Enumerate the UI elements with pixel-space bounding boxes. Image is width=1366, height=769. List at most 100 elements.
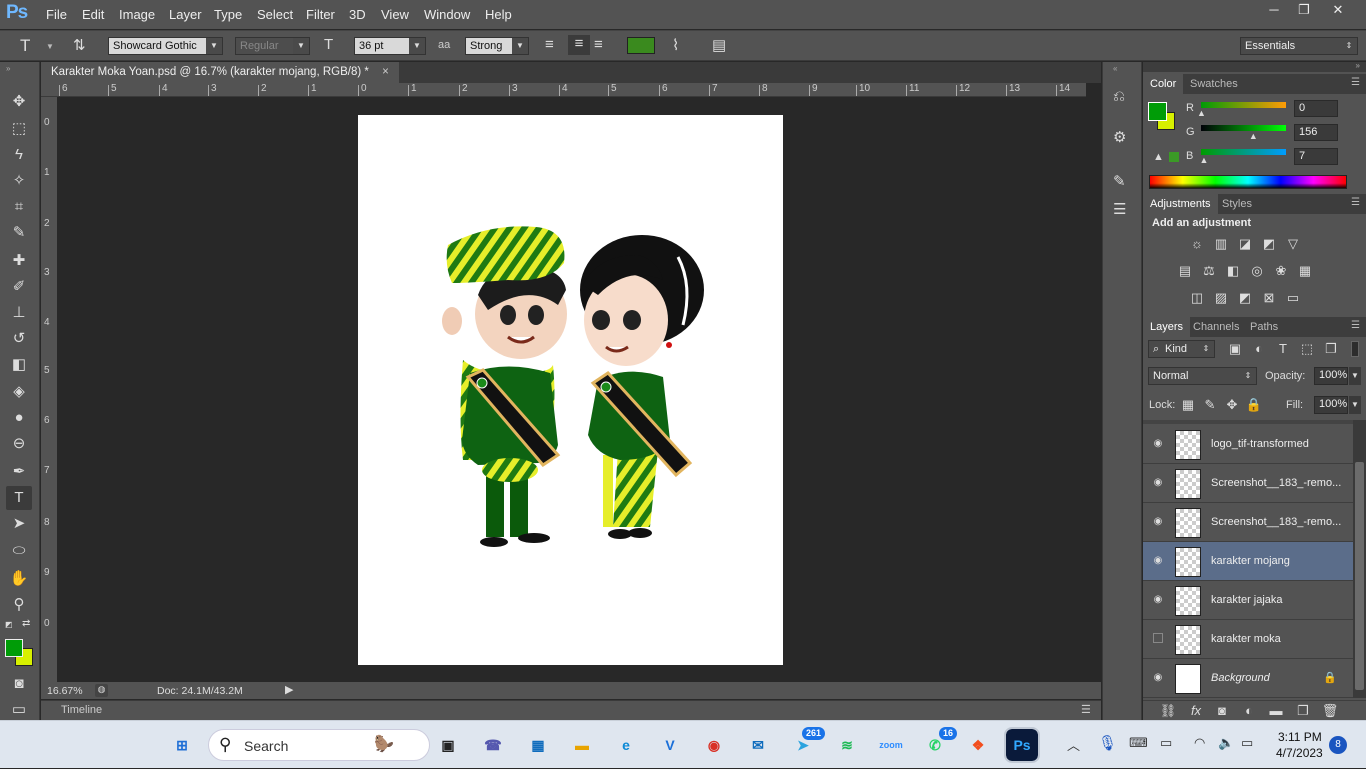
new-layer-icon[interactable]: ❐ [1294, 704, 1312, 718]
threshold-icon[interactable]: ◩ [1236, 291, 1254, 305]
filter-adjustment-icon[interactable]: ◐ [1250, 342, 1268, 356]
visibility-eye-icon[interactable]: ◉ [1151, 477, 1165, 489]
layer-row[interactable]: ◉ Background 🔒 [1143, 659, 1353, 698]
panel-menu-icon[interactable]: ☰ [1351, 320, 1360, 331]
link-icon[interactable]: ⛓ [1159, 704, 1177, 718]
black-white-icon[interactable]: ◧ [1224, 264, 1242, 278]
volume-icon[interactable]: 🔈 [1218, 735, 1234, 751]
visibility-eye-icon[interactable]: ◉ [1151, 555, 1165, 567]
quick-mask-icon[interactable]: ◙ [6, 672, 32, 696]
menu-view[interactable]: View [381, 7, 409, 22]
foreground-color-swatch[interactable] [5, 639, 23, 657]
layer-row[interactable]: ◉ karakter mojang [1143, 542, 1353, 581]
keyboard-icon[interactable]: ⌨ [1129, 735, 1148, 751]
filter-smart-object-icon[interactable]: ❐ [1322, 342, 1340, 356]
clock-date[interactable]: 4/7/2023 [1276, 746, 1323, 760]
layer-row[interactable]: ◉ Screenshot__183_-remo... [1143, 464, 1353, 503]
path-selection-tool-icon[interactable]: ➤ [6, 512, 32, 536]
lock-all-icon[interactable]: 🔒 [1245, 398, 1263, 412]
crop-tool-icon[interactable]: ⌗ [6, 195, 32, 219]
font-style-select[interactable]: Regular ▼ [235, 37, 310, 55]
brush-panel-icon[interactable]: ✎ [1113, 172, 1126, 190]
panel-menu-icon[interactable]: ☰ [1351, 77, 1360, 88]
screen-mode-icon[interactable]: ▭ [6, 698, 32, 722]
mail-app-icon[interactable]: ✉ [742, 729, 774, 761]
layer-thumbnail[interactable] [1175, 664, 1201, 694]
default-colors-icon[interactable]: ◩ [5, 620, 13, 629]
antialias-select[interactable]: Strong ▼ [465, 37, 529, 55]
selective-color-icon[interactable]: ⊠ [1260, 291, 1278, 305]
posterize-icon[interactable]: ▨ [1212, 291, 1230, 305]
dodge-tool-icon[interactable]: ⊖ [6, 432, 32, 456]
layer-name[interactable]: Screenshot__183_-remo... [1211, 477, 1341, 489]
layer-name[interactable]: karakter mojang [1211, 555, 1290, 567]
spotify-app-icon[interactable]: ≋ [831, 729, 863, 761]
align-left-icon[interactable]: ≡ [545, 36, 554, 53]
wifi-icon[interactable]: ◠ [1194, 735, 1205, 751]
layer-name[interactable]: karakter jajaka [1211, 594, 1283, 606]
start-app-icon[interactable]: ⊞ [166, 729, 198, 761]
panel-menu-icon[interactable]: ☰ [1351, 197, 1360, 208]
g-slider[interactable] [1201, 125, 1286, 131]
menu-file[interactable]: File [46, 7, 67, 22]
tab-channels[interactable]: Channels [1186, 317, 1246, 337]
hue-saturation-icon[interactable]: ▤ [1176, 264, 1194, 278]
zoom-app-icon[interactable]: zoom [875, 729, 907, 761]
scrollbar-thumb[interactable] [1355, 462, 1364, 690]
panel-menu-icon[interactable]: ☰ [1081, 703, 1091, 716]
align-right-icon[interactable]: ≡ [594, 36, 603, 53]
layer-name[interactable]: Screenshot__183_-remo... [1211, 516, 1341, 528]
zoom-tool-icon[interactable]: ⚲ [6, 593, 32, 617]
tab-paths[interactable]: Paths [1243, 317, 1285, 337]
layer-row[interactable]: ◉ karakter jajaka [1143, 581, 1353, 620]
layer-row[interactable]: ◉ logo_tif-transformed [1143, 425, 1353, 464]
filter-pixel-icon[interactable]: ▣ [1226, 342, 1244, 356]
vibrance-icon[interactable]: ▽ [1284, 237, 1302, 251]
color-spectrum[interactable] [1149, 175, 1347, 189]
ellipse-tool-icon[interactable]: ⬭ [6, 539, 32, 563]
figma-app-icon[interactable]: ❖ [962, 729, 994, 761]
photo-filter-icon[interactable]: ◎ [1248, 264, 1266, 278]
move-tool-icon[interactable]: ✥ [6, 90, 32, 114]
layer-thumbnail[interactable] [1175, 625, 1201, 655]
layer-thumbnail[interactable] [1175, 469, 1201, 499]
task-view-app-icon[interactable]: ▣ [432, 729, 464, 761]
notification-badge[interactable]: 8 [1329, 736, 1347, 754]
pen-tool-icon[interactable]: ✒ [6, 460, 32, 484]
vpn-app-icon[interactable]: V [654, 729, 686, 761]
workspace-select[interactable]: Essentials ⇕ [1240, 37, 1358, 55]
curves-icon[interactable]: ◪ [1236, 237, 1254, 251]
status-menu-icon[interactable]: ▶ [285, 683, 293, 696]
layer-name[interactable]: Background [1211, 672, 1270, 684]
document-canvas[interactable] [358, 115, 783, 665]
battery-icon[interactable]: ▭ [1241, 735, 1253, 751]
clock-time[interactable]: 3:11 PM [1278, 730, 1322, 744]
menu-layer[interactable]: Layer [169, 7, 202, 22]
text-color-swatch[interactable] [627, 37, 655, 54]
lock-transparent-icon[interactable]: ▦ [1179, 398, 1197, 412]
collapse-icon[interactable]: » [1356, 61, 1360, 70]
layers-scrollbar[interactable] [1353, 420, 1366, 698]
file-explorer-app-icon[interactable]: ▬ [566, 729, 598, 761]
chevron-down-icon[interactable]: ▼ [1349, 396, 1361, 414]
exposure-icon[interactable]: ◩ [1260, 237, 1278, 251]
visibility-eye-icon[interactable]: ◉ [1151, 594, 1165, 606]
collapse-icon[interactable]: « [1113, 64, 1117, 73]
history-brush-tool-icon[interactable]: ↺ [6, 327, 32, 351]
levels-icon[interactable]: ▥ [1212, 237, 1230, 251]
menu-help[interactable]: Help [485, 7, 512, 22]
gradient-map-icon[interactable]: ▭ [1284, 291, 1302, 305]
fill-field[interactable]: 100% [1314, 396, 1348, 414]
b-slider-thumb[interactable]: ▲ [1200, 155, 1209, 165]
lock-pixels-icon[interactable]: ✎ [1201, 398, 1219, 412]
chevron-up-icon[interactable]: ︿ [1067, 735, 1080, 754]
minimize-button[interactable]: ─ [1258, 0, 1290, 20]
visibility-eye-icon[interactable]: ◉ [1151, 672, 1165, 684]
r-slider-thumb[interactable]: ▲ [1197, 108, 1206, 118]
brush-tool-icon[interactable]: ✐ [6, 275, 32, 299]
r-slider[interactable] [1201, 102, 1286, 108]
healing-brush-tool-icon[interactable]: ✚ [6, 249, 32, 273]
clone-stamp-tool-icon[interactable]: ⊥ [6, 301, 32, 325]
properties-panel-icon[interactable]: ⚙ [1113, 128, 1126, 146]
visibility-eye-icon[interactable]: ◉ [1151, 438, 1165, 450]
